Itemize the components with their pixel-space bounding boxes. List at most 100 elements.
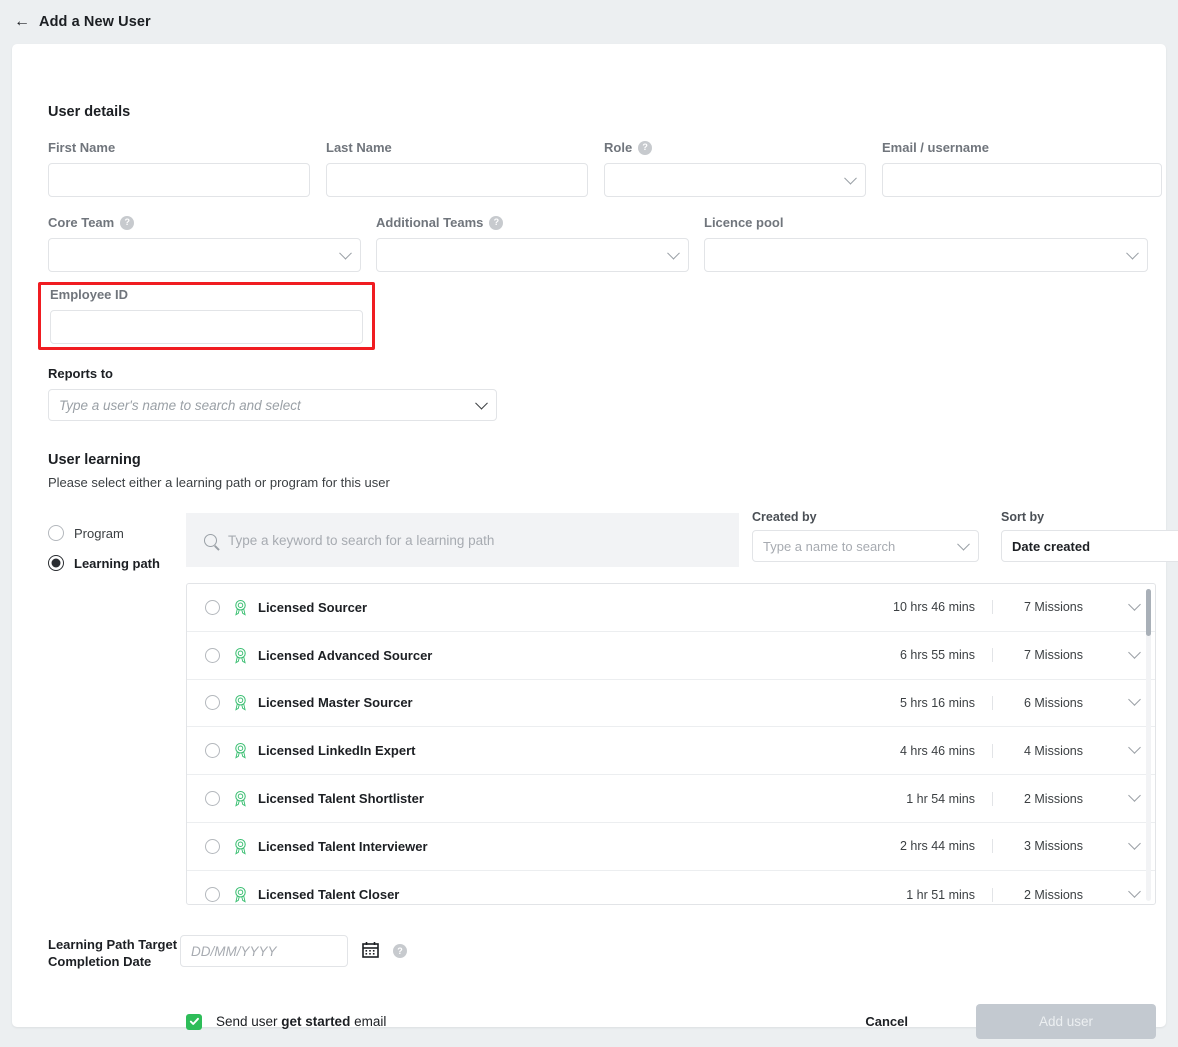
learning-path-duration: 5 hrs 16 mins: [899, 695, 975, 710]
learning-path-radio[interactable]: [205, 887, 220, 903]
user-details-title: User details: [48, 104, 131, 120]
learning-path-row[interactable]: Licensed Talent Shortlister 1 hr 54 mins 2…: [187, 775, 1155, 823]
chevron-down-icon[interactable]: [1128, 885, 1141, 899]
licence-pool-select[interactable]: [704, 238, 1148, 272]
chevron-down-icon[interactable]: [1128, 837, 1141, 850]
chevron-down-icon[interactable]: [1128, 598, 1141, 611]
chevron-down-icon: [667, 246, 680, 260]
learning-path-duration: 10 hrs 46 mins: [893, 600, 975, 615]
first-name-input[interactable]: [48, 163, 310, 197]
reports-to-select[interactable]: Type a user's name to search and select: [48, 389, 497, 421]
created-by-group: Created by Type a name to search: [752, 510, 979, 562]
learning-path-row[interactable]: Licensed LinkedIn Expert 4 hrs 46 mins 4 M…: [187, 727, 1155, 776]
chevron-down-icon[interactable]: [1128, 693, 1141, 707]
created-by-select[interactable]: Type a name to search: [752, 530, 979, 562]
learning-path-name: Licensed Advanced Sourcer: [258, 647, 433, 663]
learning-path-radio[interactable]: [205, 599, 220, 615]
help-icon[interactable]: ?: [393, 944, 407, 958]
user-learning-title: User learning: [48, 452, 141, 468]
target-date-label: Learning Path Target Completion Date: [48, 937, 178, 969]
learning-path-radio[interactable]: [205, 838, 220, 854]
learning-path-search-bar[interactable]: Type a keyword to search for a learning …: [186, 513, 739, 567]
learning-path-name: Licensed Talent Interviewer: [258, 838, 428, 854]
role-label-text: Role: [604, 140, 633, 155]
chevron-down-icon[interactable]: [1128, 645, 1141, 659]
employee-id-label: Employee ID: [50, 287, 363, 302]
send-email-checkbox[interactable]: [186, 1013, 202, 1030]
core-team-select[interactable]: [48, 238, 361, 272]
arrow-left-icon[interactable]: ←: [14, 14, 30, 30]
employee-id-input[interactable]: [50, 310, 363, 344]
chevron-down-icon: [1126, 246, 1139, 260]
reports-to-label-text: Reports to: [48, 366, 113, 381]
core-team-label-text: Core Team: [48, 215, 115, 230]
role-select[interactable]: [604, 163, 866, 197]
cancel-button[interactable]: Cancel: [859, 1013, 914, 1030]
chevron-down-icon: [475, 396, 488, 410]
email-input[interactable]: [882, 163, 1162, 197]
medal-icon: [235, 743, 246, 759]
created-by-label: Created by: [752, 510, 979, 524]
learning-path-list[interactable]: Licensed Sourcer 10 hrs 46 mins 7 Missions…: [186, 583, 1156, 905]
learning-path-radio[interactable]: [205, 743, 220, 759]
reports-to-group: Reports to Type a user's name to search …: [48, 366, 497, 421]
learning-type-radio-group: Program Learning path: [48, 525, 160, 571]
learning-path-name: Licensed Master Sourcer: [258, 695, 413, 711]
role-label: Role ?: [604, 140, 866, 155]
learning-path-row[interactable]: Licensed Talent Interviewer 2 hrs 44 mins…: [187, 823, 1155, 871]
sort-by-label: Sort by: [1001, 510, 1178, 524]
medal-icon: [235, 887, 246, 903]
teams-row: Core Team ? Additional Teams ? Licence p…: [48, 215, 1148, 272]
sort-by-select[interactable]: Date created: [1001, 530, 1178, 562]
user-learning-subtitle: Please select either a learning path or …: [48, 475, 390, 490]
sort-by-group: Sort by Date created: [1001, 510, 1178, 562]
learning-path-radio[interactable]: [205, 695, 220, 711]
send-email-label: Send user get started email: [216, 1014, 386, 1029]
radio-icon: [48, 525, 64, 541]
add-user-card: User details First Name Last Name Role ?: [12, 44, 1178, 1039]
learning-path-row[interactable]: Licensed Talent Closer 1 hr 51 mins 2 Miss…: [187, 871, 1155, 904]
first-name-group: First Name: [48, 140, 310, 197]
learning-path-duration: 1 hr 54 mins: [906, 791, 975, 806]
learning-path-missions: 4 Missions: [992, 743, 1114, 758]
radio-label-learning-path: Learning path: [74, 555, 160, 571]
additional-teams-group: Additional Teams ?: [376, 215, 689, 272]
learning-path-name: Licensed Talent Closer: [258, 887, 400, 903]
learning-path-name: Licensed Talent Shortlister: [258, 791, 424, 807]
learning-path-row[interactable]: Licensed Advanced Sourcer 6 hrs 55 mins 7 …: [187, 632, 1155, 680]
licence-pool-label: Licence pool: [704, 215, 1148, 230]
learning-path-row[interactable]: Licensed Sourcer 10 hrs 46 mins 7 Missions: [187, 584, 1155, 632]
sort-by-value: Date created: [1012, 538, 1091, 554]
chevron-down-icon[interactable]: [1128, 741, 1141, 755]
medal-icon: [235, 695, 246, 712]
help-icon[interactable]: ?: [120, 215, 135, 230]
learning-path-duration: 4 hrs 46 mins: [899, 743, 975, 758]
learning-path-missions: 2 Missions: [992, 887, 1114, 902]
radio-option-learning-path[interactable]: Learning path: [48, 555, 160, 571]
radio-option-program[interactable]: Program: [48, 525, 160, 541]
learning-path-missions: 2 Missions: [992, 791, 1114, 806]
chevron-down-icon[interactable]: [1128, 789, 1141, 802]
add-user-button[interactable]: Add user: [976, 1004, 1156, 1039]
created-by-label-text: Created by: [752, 510, 817, 524]
learning-path-radio[interactable]: [205, 791, 220, 807]
employee-id-group: Employee ID: [50, 287, 363, 344]
learning-path-duration: 2 hrs 44 mins: [899, 839, 975, 854]
additional-teams-select[interactable]: [376, 238, 689, 272]
radio-label-program: Program: [74, 525, 124, 541]
help-icon[interactable]: ?: [489, 215, 504, 230]
chevron-down-icon: [844, 171, 857, 185]
radio-icon-selected: [48, 555, 64, 571]
calendar-icon[interactable]: [362, 941, 379, 963]
target-date-group: Learning Path Target Completion Date ?: [48, 935, 407, 970]
learning-path-radio[interactable]: [205, 647, 220, 663]
last-name-input[interactable]: [326, 163, 588, 197]
scrollbar-thumb[interactable]: [1146, 589, 1151, 636]
target-date-input[interactable]: [180, 935, 348, 967]
core-team-group: Core Team ?: [48, 215, 361, 272]
learning-path-missions: 7 Missions: [992, 600, 1114, 615]
medal-icon: [235, 791, 246, 807]
learning-path-row[interactable]: Licensed Master Sourcer 5 hrs 16 mins 6 Mi…: [187, 680, 1155, 728]
send-email-text-bold: get started: [281, 1014, 351, 1029]
help-icon[interactable]: ?: [638, 140, 653, 155]
